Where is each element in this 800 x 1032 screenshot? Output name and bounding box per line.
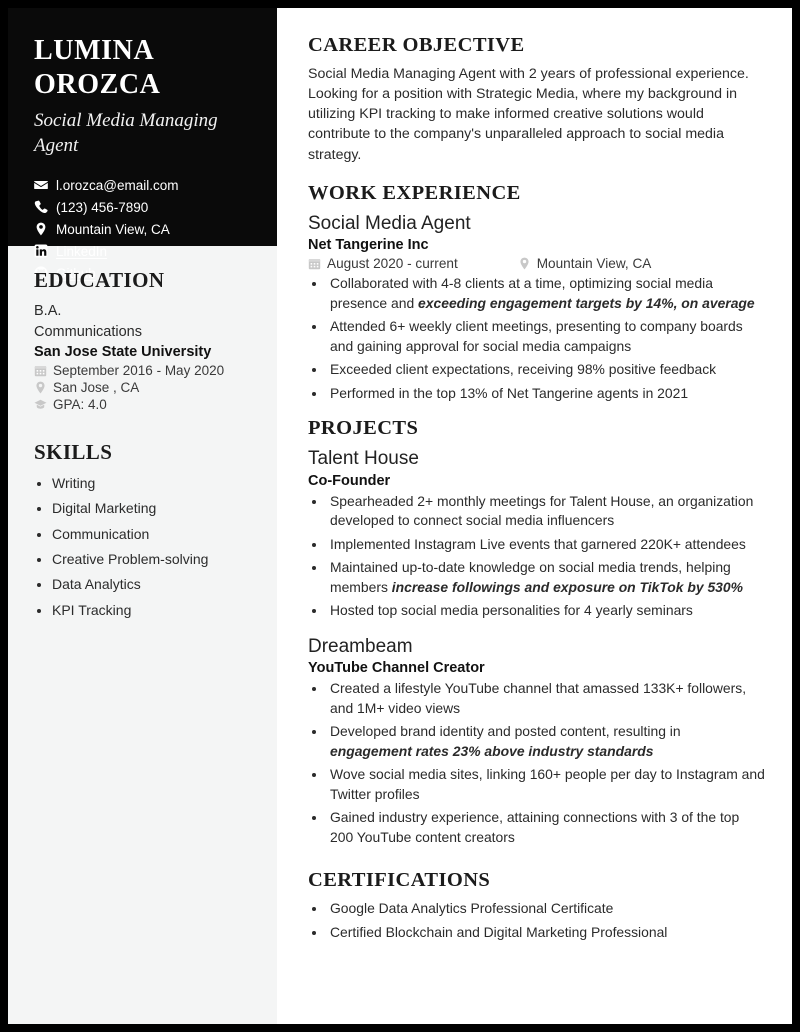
contact-value: l.orozca@email.com [56, 177, 179, 193]
bullet-emphasis: engagement rates 23% above industry stan… [330, 742, 654, 759]
bullet-item: Gained industry experience, attaining co… [327, 808, 766, 847]
work-entry-meta: August 2020 - current Mountain View, CA [308, 256, 766, 271]
project-entry-title: Dreambeam [308, 635, 413, 657]
bullet-item: Collaborated with 4-8 clients at a time,… [327, 274, 766, 313]
bullet-text: Developed brand identity and posted cont… [330, 723, 681, 740]
bullet-list: Spearheaded 2+ monthly meetings for Tale… [308, 492, 766, 621]
bullet-text: Gained industry experience, attaining co… [330, 809, 740, 845]
bullet-item: Attended 6+ weekly client meetings, pres… [327, 317, 766, 356]
bullet-text: Created a lifestyle YouTube channel that… [330, 680, 747, 716]
education-degree-line1: B.A. [34, 303, 62, 319]
project-entry-role: Co-Founder [308, 472, 391, 489]
calendar-icon [308, 257, 321, 270]
work-entry-list: Social Media Agent Net Tangerine Inc Augus… [308, 212, 766, 404]
bullet-emphasis: exceeding engagement targets by 14%, on … [418, 294, 755, 311]
skills-heading: SKILLS [34, 440, 113, 465]
contact-item: Mountain View, CA [34, 222, 251, 236]
candidate-name: LUMINA OROZCA [34, 35, 161, 101]
bullet-text: Exceeded client expectations, receiving … [330, 361, 717, 378]
project-entry: Talent House Co-Founder Spearheaded 2+ mon… [308, 447, 766, 621]
bullet-list: Created a lifestyle YouTube channel that… [308, 679, 766, 847]
work-entry-location: Mountain View, CA [536, 256, 652, 272]
bullet-item: Exceeded client expectations, receiving … [327, 360, 766, 379]
bullet-text: Performed in the top 13% of Net Tangerin… [330, 384, 689, 401]
sidebar-header: LUMINA OROZCA Social Media Managing Agen… [8, 8, 277, 280]
work-entry-title: Social Media Agent [308, 212, 471, 234]
certifications-heading: CERTIFICATIONS [308, 869, 491, 892]
contact-item: l.orozca@email.com [34, 178, 251, 192]
career-objective-text: Social Media Managing Agent with 2 years… [308, 66, 749, 163]
bullet-emphasis: increase followings and exposure on TikT… [391, 578, 743, 595]
bullet-item: Spearheaded 2+ monthly meetings for Tale… [327, 492, 766, 531]
bullet-item: Implemented Instagram Live events that g… [327, 535, 766, 554]
bullet-item: Created a lifestyle YouTube channel that… [327, 679, 766, 718]
linkedin-icon [34, 244, 48, 258]
contact-value: Mountain View, CA [56, 221, 170, 237]
bullet-item: Hosted top social media personalities fo… [327, 601, 766, 620]
bullet-item: Performed in the top 13% of Net Tangerin… [327, 384, 766, 403]
location-pin-icon [518, 257, 531, 270]
phone-icon [34, 200, 48, 214]
candidate-job-title: Social Media Managing Agent [34, 110, 218, 157]
sidebar-body: EDUCATION B.A. Communications San Jose S… [8, 246, 277, 620]
education-gpa: GPA: 4.0 [53, 397, 107, 413]
certifications-section: CERTIFICATIONS Google Data Analytics Pro… [308, 869, 766, 942]
location-pin-icon [34, 222, 48, 236]
education-school: San Jose State University [34, 344, 212, 361]
skill-item: KPI Tracking [52, 600, 251, 620]
project-entry-title: Talent House [308, 448, 419, 470]
skill-item: Creative Problem-solving [52, 549, 251, 569]
work-entry-dates: August 2020 - current [327, 256, 458, 272]
calendar-icon [34, 364, 47, 377]
projects-heading: PROJECTS [308, 417, 419, 440]
contact-value: (123) 456-7890 [56, 199, 149, 215]
education-gpa-row: GPA: 4.0 [34, 397, 251, 412]
project-entry-role: YouTube Channel Creator [308, 660, 485, 677]
certifications-list: Google Data Analytics Professional Certi… [308, 899, 766, 942]
bullet-text: Spearheaded 2+ monthly meetings for Tale… [330, 492, 754, 529]
main-content: CAREER OBJECTIVE Social Media Managing A… [277, 8, 792, 1024]
location-pin-icon [34, 381, 47, 394]
education-dates: September 2016 - May 2020 [53, 363, 225, 379]
education-location: San Jose , CA [53, 380, 140, 396]
bullet-text: Attended 6+ weekly client meetings, pres… [330, 318, 743, 354]
bullet-text: Wove social media sites, linking 160+ pe… [330, 766, 765, 802]
work-entry: Social Media Agent Net Tangerine Inc Augus… [308, 212, 766, 404]
education-heading: EDUCATION [34, 268, 165, 292]
sidebar: LUMINA OROZCA Social Media Managing Agen… [8, 8, 277, 1024]
work-experience-section: WORK EXPERIENCE Social Media Agent Net Ta… [308, 182, 766, 404]
certification-item: Google Data Analytics Professional Certi… [327, 899, 766, 918]
skill-item: Digital Marketing [52, 498, 251, 518]
certification-item: Certified Blockchain and Digital Marketi… [327, 923, 766, 942]
career-objective-heading: CAREER OBJECTIVE [308, 34, 525, 56]
bullet-item: Maintained up-to-date knowledge on socia… [327, 558, 766, 597]
bullet-text: Hosted top social media personalities fo… [330, 602, 693, 619]
contact-item: (123) 456-7890 [34, 200, 251, 214]
work-entry-company: Net Tangerine Inc [308, 237, 429, 254]
skill-item: Data Analytics [52, 574, 251, 594]
projects-section: PROJECTS Talent House Co-Founder Spearhead… [308, 417, 766, 847]
graduation-cap-icon [34, 398, 47, 411]
project-entry: Dreambeam YouTube Channel Creator Created … [308, 635, 766, 847]
envelope-icon [34, 178, 48, 192]
bullet-list: Collaborated with 4-8 clients at a time,… [308, 274, 766, 403]
bullet-item: Developed brand identity and posted cont… [327, 722, 766, 761]
resume-page: LUMINA OROZCA Social Media Managing Agen… [8, 8, 792, 1024]
work-experience-heading: WORK EXPERIENCE [308, 181, 521, 204]
bullet-item: Wove social media sites, linking 160+ pe… [327, 765, 766, 804]
project-entry-list: Talent House Co-Founder Spearheaded 2+ mon… [308, 447, 766, 847]
education-degree-line2: Communications [34, 323, 142, 340]
education-dates-row: September 2016 - May 2020 [34, 363, 251, 378]
career-objective-section: CAREER OBJECTIVE Social Media Managing A… [308, 34, 766, 165]
contact-value[interactable]: LinkedIn [56, 245, 107, 259]
education-location-row: San Jose , CA [34, 380, 251, 395]
skill-item: Writing [52, 473, 251, 493]
skills-list: Writing Digital Marketing Communication Cre… [34, 473, 251, 620]
skill-item: Communication [52, 524, 251, 544]
bullet-text: Implemented Instagram Live events that g… [330, 535, 746, 552]
